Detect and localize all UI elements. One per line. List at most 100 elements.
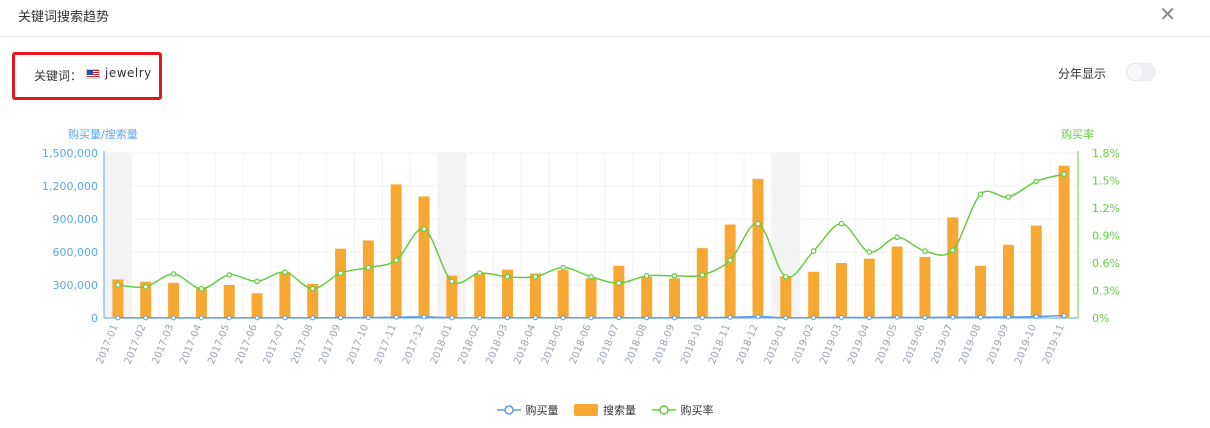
x-tick-label: 2019-06 bbox=[902, 323, 928, 366]
purchase-count-point bbox=[978, 314, 984, 320]
left-tick-label: 900,000 bbox=[53, 213, 99, 226]
legend-item-purchase-rate[interactable]: 购买率 bbox=[651, 402, 714, 418]
purchase-count-point bbox=[894, 314, 900, 320]
legend-label: 购买量 bbox=[525, 404, 559, 417]
x-tick-label: 2019-02 bbox=[791, 323, 817, 366]
x-tick-label: 2018-12 bbox=[735, 323, 761, 366]
x-tick-label: 2019-07 bbox=[930, 323, 956, 366]
x-tick-label: 2019-09 bbox=[985, 323, 1011, 366]
purchase-rate-point bbox=[755, 220, 761, 227]
bar-search-volume bbox=[195, 288, 207, 318]
x-tick-label: 2017-07 bbox=[262, 323, 288, 366]
purchase-rate-point bbox=[560, 264, 566, 271]
purchase-count-point bbox=[421, 314, 427, 320]
purchase-rate-point bbox=[699, 272, 706, 278]
right-tick-label: 1.5% bbox=[1092, 175, 1120, 188]
bar-search-volume bbox=[223, 285, 235, 318]
legend-item-search-volume[interactable]: 搜索量 bbox=[574, 402, 636, 418]
purchase-rate-point bbox=[643, 273, 650, 279]
x-tick-label: 2017-10 bbox=[345, 323, 371, 366]
purchase-count-point bbox=[727, 314, 733, 320]
purchase-rate-point bbox=[894, 234, 900, 241]
bar-search-volume bbox=[780, 276, 792, 318]
purchase-count-point bbox=[811, 315, 817, 321]
x-tick-label: 2017-12 bbox=[401, 323, 427, 366]
left-axis-title: 购买量/搜索量 bbox=[68, 127, 138, 141]
purchase-rate-point bbox=[476, 270, 483, 276]
purchase-count-point bbox=[393, 314, 399, 320]
bar-search-volume bbox=[362, 240, 374, 318]
purchase-rate-point bbox=[1033, 178, 1040, 185]
purchase-rate-point bbox=[671, 273, 678, 279]
x-tick-label: 2017-03 bbox=[150, 323, 176, 366]
bar-search-volume bbox=[947, 217, 959, 318]
x-tick-label: 2019-03 bbox=[818, 323, 844, 366]
x-tick-label: 2017-02 bbox=[123, 323, 149, 366]
purchase-rate-point bbox=[949, 247, 956, 253]
purchase-count-point bbox=[671, 315, 677, 321]
purchase-rate-point bbox=[421, 226, 427, 232]
right-tick-label: 0% bbox=[1092, 312, 1109, 325]
right-tick-label: 0.9% bbox=[1092, 230, 1120, 243]
purchase-count-point bbox=[783, 315, 789, 321]
purchase-rate-point bbox=[115, 282, 121, 288]
purchase-rate-point bbox=[922, 248, 928, 254]
purchase-rate-point bbox=[170, 271, 177, 277]
bar-search-volume bbox=[891, 246, 903, 318]
x-tick-label: 2019-04 bbox=[846, 323, 872, 366]
bar-search-volume bbox=[696, 248, 708, 318]
line-circle-legend-icon bbox=[496, 405, 521, 415]
purchase-count-point bbox=[1033, 314, 1039, 320]
purchase-count-point bbox=[838, 314, 844, 320]
purchase-count-point bbox=[922, 315, 928, 321]
legend-item-purchase-count[interactable]: 购买量 bbox=[496, 402, 559, 418]
bar-search-volume bbox=[1058, 165, 1070, 318]
purchase-count-point bbox=[338, 315, 344, 321]
x-tick-label: 2019-10 bbox=[1013, 323, 1039, 366]
x-tick-label: 2018-03 bbox=[484, 323, 510, 366]
purchase-rate-point bbox=[309, 285, 316, 292]
right-tick-label: 0.6% bbox=[1092, 257, 1120, 270]
legend-label: 搜索量 bbox=[603, 404, 636, 417]
purchase-rate-point bbox=[532, 273, 539, 280]
x-tick-label: 2019-01 bbox=[763, 323, 789, 366]
bar-search-volume bbox=[529, 273, 541, 318]
chart-legend: 购买量 搜索量 购买率 bbox=[0, 402, 1210, 419]
purchase-rate-point bbox=[866, 249, 873, 255]
x-tick-label: 2017-01 bbox=[95, 323, 121, 366]
purchase-count-point bbox=[1005, 314, 1011, 320]
purchase-rate-point bbox=[337, 270, 344, 276]
bar-search-volume bbox=[557, 270, 569, 318]
purchase-rate-point bbox=[838, 220, 845, 227]
right-axis-title: 购买率 bbox=[1061, 127, 1094, 141]
purchase-count-point bbox=[505, 315, 511, 321]
bar-search-volume bbox=[668, 278, 680, 318]
purchase-rate-point bbox=[282, 269, 288, 275]
bar-search-volume bbox=[418, 196, 430, 318]
purchase-rate-point bbox=[977, 191, 984, 198]
purchase-count-point bbox=[1061, 313, 1067, 319]
x-tick-label: 2017-06 bbox=[234, 323, 260, 366]
x-tick-label: 2018-11 bbox=[707, 323, 733, 366]
x-tick-label: 2018-09 bbox=[651, 323, 677, 366]
bar-search-volume bbox=[1030, 225, 1042, 318]
x-tick-label: 2017-08 bbox=[290, 323, 316, 366]
bar-search-volume bbox=[919, 256, 931, 318]
purchase-rate-point bbox=[810, 248, 817, 254]
bar-search-volume bbox=[752, 178, 764, 318]
left-tick-label: 300,000 bbox=[53, 279, 99, 292]
purchase-rate-point bbox=[142, 284, 149, 290]
x-tick-label: 2017-09 bbox=[317, 323, 343, 366]
purchase-count-point bbox=[365, 315, 371, 321]
purchase-rate-point bbox=[504, 273, 511, 280]
bar-search-volume bbox=[335, 248, 347, 318]
purchase-count-point bbox=[950, 314, 956, 320]
left-tick-label: 1,500,000 bbox=[42, 147, 98, 160]
purchase-count-point bbox=[115, 315, 121, 321]
x-tick-label: 2017-05 bbox=[206, 323, 232, 366]
purchase-count-point bbox=[616, 315, 622, 321]
purchase-rate-point bbox=[782, 273, 789, 280]
x-tick-label: 2019-05 bbox=[874, 323, 900, 366]
purchase-count-point bbox=[226, 315, 232, 321]
purchase-rate-point bbox=[1005, 194, 1012, 200]
